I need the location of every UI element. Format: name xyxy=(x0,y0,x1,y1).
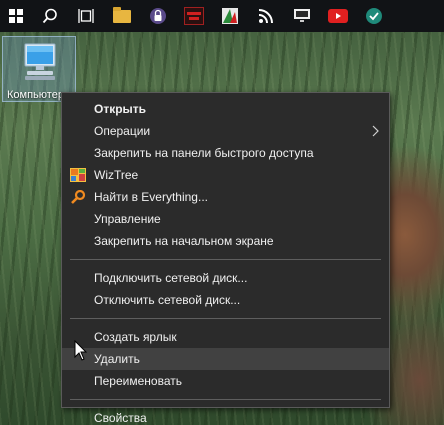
computer-icon xyxy=(24,43,56,80)
mouse-cursor-icon xyxy=(74,340,88,361)
menu-item-pin-start[interactable]: Закрепить на начальном экране xyxy=(62,230,389,252)
app-taskbar-icon-2[interactable] xyxy=(176,0,212,32)
menu-item-find-everything[interactable]: Найти в Everything... xyxy=(62,186,389,208)
menu-item-label: Управление xyxy=(94,212,161,226)
red-app-icon xyxy=(184,7,204,25)
app-taskbar-icon-1[interactable] xyxy=(140,0,176,32)
menu-item-delete[interactable]: Удалить xyxy=(62,348,389,370)
menu-item-label: Закрепить на начальном экране xyxy=(94,234,274,248)
teal-app-icon xyxy=(366,8,382,24)
flag-app-icon xyxy=(222,8,238,24)
menu-item-label: Операции xyxy=(94,124,151,138)
menu-item-wiztree[interactable]: WizTree xyxy=(62,164,389,186)
lock-app-icon xyxy=(150,8,166,24)
menu-separator xyxy=(70,259,381,260)
menu-item-open[interactable]: Открыть xyxy=(62,98,389,120)
everything-search-icon xyxy=(71,190,86,204)
windows-logo-icon xyxy=(9,9,23,23)
menu-item-create-shortcut[interactable]: Создать ярлык xyxy=(62,326,389,348)
menu-item-pin-quick-access[interactable]: Закрепить на панели быстрого доступа xyxy=(62,142,389,164)
menu-item-label: Создать ярлык xyxy=(94,330,177,344)
app-taskbar-icon-5[interactable] xyxy=(284,0,320,32)
start-button[interactable] xyxy=(0,0,32,32)
search-button[interactable] xyxy=(32,0,68,32)
menu-item-manage[interactable]: Управление xyxy=(62,208,389,230)
context-menu: Открыть Операции Закрепить на панели быс… xyxy=(61,92,390,425)
menu-item-label: WizTree xyxy=(94,168,139,182)
menu-item-label: Закрепить на панели быстрого доступа xyxy=(94,146,314,160)
menu-item-label: Найти в Everything... xyxy=(94,190,208,204)
menu-item-operations[interactable]: Операции xyxy=(62,120,389,142)
rss-icon xyxy=(258,9,273,24)
menu-item-label: Свойства xyxy=(94,411,147,425)
menu-item-label: Переименовать xyxy=(94,374,182,388)
monitor-app-icon xyxy=(294,9,310,22)
task-view-icon xyxy=(78,9,94,23)
search-icon xyxy=(42,8,57,24)
app-taskbar-icon-4[interactable] xyxy=(248,0,284,32)
menu-separator xyxy=(70,399,381,400)
task-view-button[interactable] xyxy=(68,0,104,32)
wiztree-icon xyxy=(70,168,86,182)
desktop-icon-label: Компьютер xyxy=(7,89,64,101)
app-taskbar-icon-3[interactable] xyxy=(212,0,248,32)
menu-item-disconnect-network-drive[interactable]: Отключить сетевой диск... xyxy=(62,289,389,311)
chevron-right-icon xyxy=(372,125,379,137)
menu-separator xyxy=(70,318,381,319)
app-taskbar-icon-6[interactable] xyxy=(356,0,392,32)
menu-item-properties[interactable]: Свойства xyxy=(62,407,389,425)
menu-item-label: Открыть xyxy=(94,102,147,116)
youtube-taskbar-icon[interactable] xyxy=(320,0,356,32)
taskbar xyxy=(0,0,444,32)
youtube-icon xyxy=(328,9,348,23)
menu-item-label: Отключить сетевой диск... xyxy=(94,293,241,307)
file-explorer-taskbar-icon[interactable] xyxy=(104,0,140,32)
menu-item-label: Удалить xyxy=(94,352,140,366)
menu-item-label: Подключить сетевой диск... xyxy=(94,271,248,285)
folder-icon xyxy=(113,6,131,23)
menu-item-map-network-drive[interactable]: Подключить сетевой диск... xyxy=(62,267,389,289)
menu-item-rename[interactable]: Переименовать xyxy=(62,370,389,392)
